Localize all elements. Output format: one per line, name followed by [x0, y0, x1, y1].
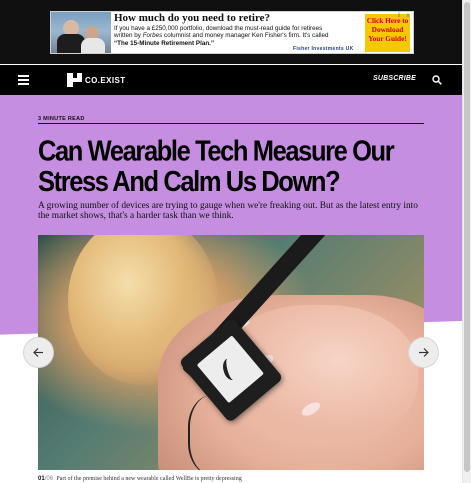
- top-nav: CO.EXIST SUBSCRIBE: [0, 65, 462, 95]
- ad-info-icon[interactable]: i: [395, 12, 403, 20]
- retirement-ad[interactable]: How much do you need to retire? If you h…: [50, 11, 414, 54]
- subscribe-link[interactable]: SUBSCRIBE: [373, 75, 416, 82]
- ad-sponsor: Fisher Investments UK: [293, 46, 354, 52]
- article-dek: A growing number of devices are trying t…: [38, 201, 418, 221]
- brand-logo[interactable]: CO.EXIST: [67, 73, 126, 87]
- ad-body: If you have a £250,000 portfolio, downlo…: [114, 25, 366, 47]
- ad-body-line-2: written by Forbes columnist and money ma…: [114, 32, 329, 40]
- slide-current: 01: [38, 476, 45, 482]
- arrow-left-icon: [33, 348, 43, 357]
- logo-mark-icon: [67, 73, 82, 87]
- search-icon[interactable]: [432, 75, 442, 85]
- article-headline: Can Wearable Tech Measure Our Stress And…: [38, 135, 395, 198]
- slide-total: /06: [44, 476, 54, 482]
- arrow-right-icon: [419, 348, 429, 357]
- hamburger-icon[interactable]: [18, 75, 29, 85]
- article-hero: 3 MINUTE READ Can Wearable Tech Measure …: [0, 95, 462, 483]
- scrollbar-thumb[interactable]: [464, 2, 470, 472]
- gallery-photo[interactable]: [38, 235, 424, 470]
- gallery-caption: 01/06 Part of the premise behind a new w…: [38, 476, 242, 482]
- ad-body-line-1: If you have a £250,000 portfolio, downlo…: [114, 25, 323, 32]
- caption-text: Part of the premise behind a new wearabl…: [56, 476, 242, 482]
- gallery-next-button[interactable]: [409, 338, 438, 367]
- ad-photo: [51, 12, 111, 53]
- gallery-prev-button[interactable]: [24, 338, 53, 367]
- brand-name: CO.EXIST: [85, 75, 126, 85]
- ad-close-icon[interactable]: x: [404, 12, 412, 20]
- ad-band: How much do you need to retire? If you h…: [0, 0, 462, 64]
- kicker-divider: [38, 123, 424, 124]
- ad-headline: How much do you need to retire?: [114, 12, 271, 24]
- page-scrollbar[interactable]: [462, 0, 471, 483]
- read-time: 3 MINUTE READ: [38, 116, 85, 122]
